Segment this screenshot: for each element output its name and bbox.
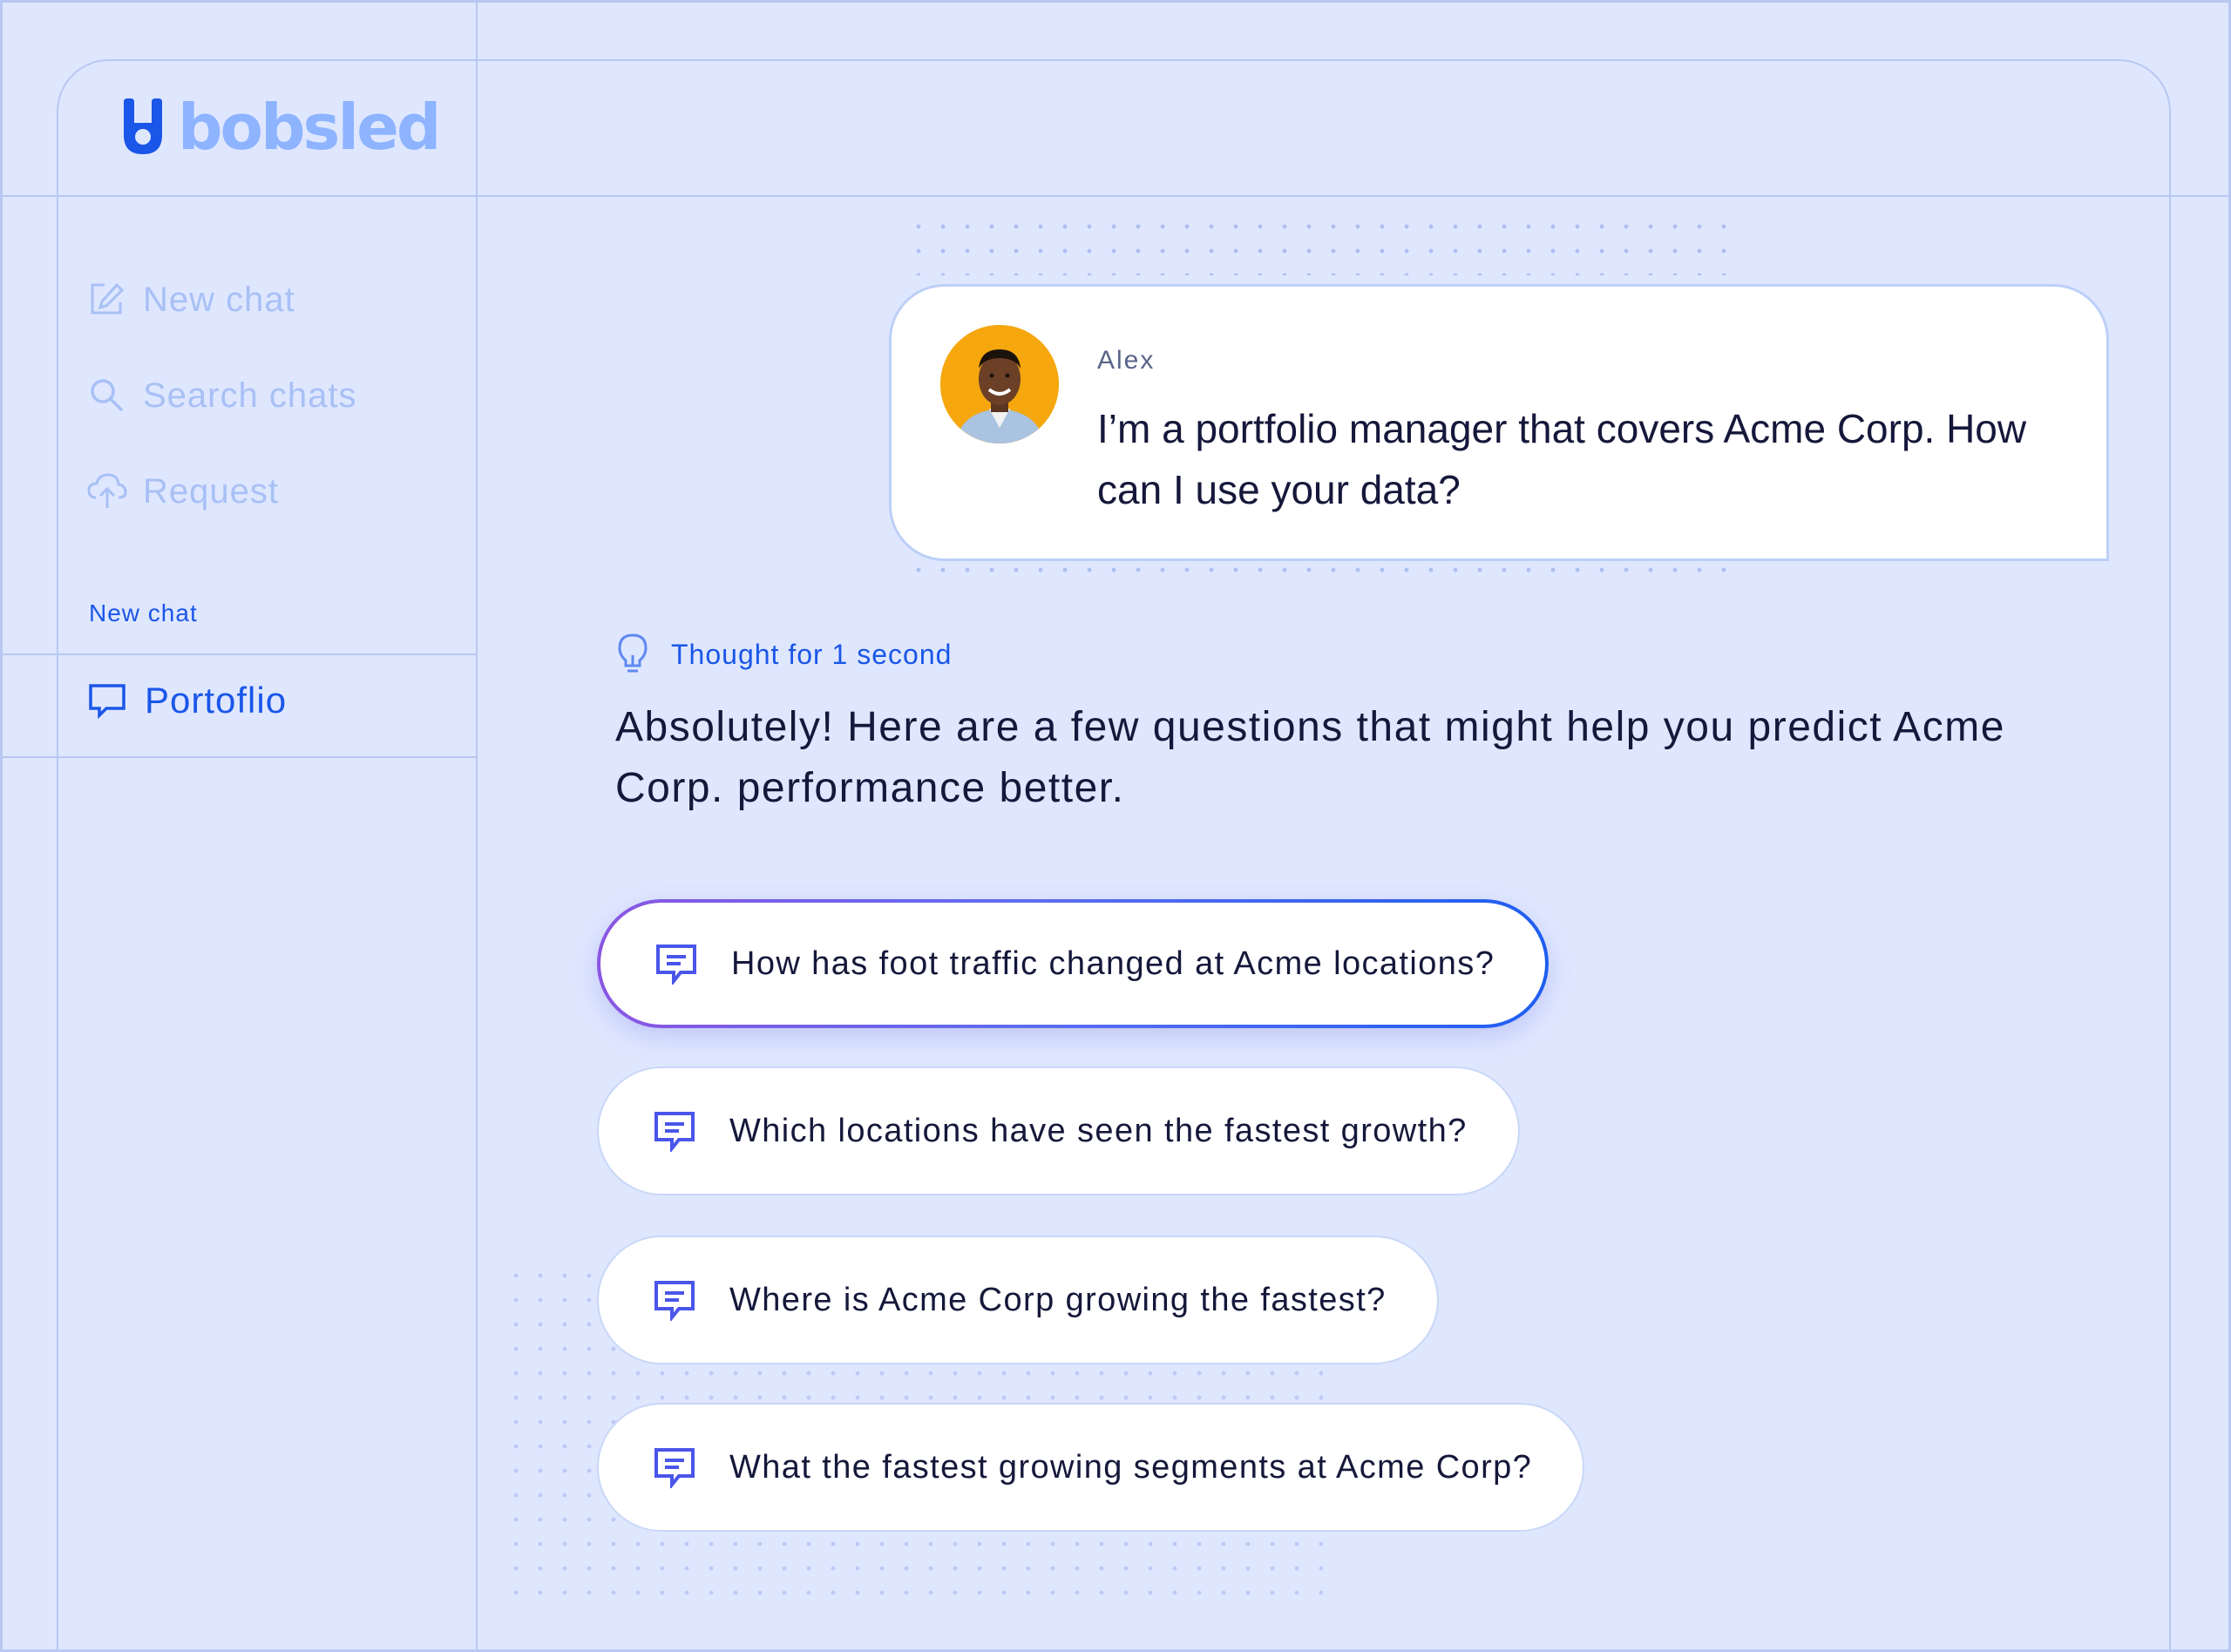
suggestion-label: How has foot traffic changed at Acme loc… <box>731 944 1495 982</box>
sidebar-item-label: New chat <box>143 280 295 319</box>
sidebar-item-search-chats[interactable]: Search chats <box>87 369 356 422</box>
brand-logo[interactable]: bobsled <box>120 91 441 164</box>
sidebar-item-portoflio[interactable]: Portoflio <box>87 680 287 721</box>
user-message-bubble: Alex I’m a portfolio manager that covers… <box>889 284 2109 561</box>
suggestion-button[interactable]: How has foot traffic changed at Acme loc… <box>597 899 1549 1028</box>
grid-line-left <box>0 0 3 1652</box>
chat-message-icon <box>654 1281 695 1321</box>
suggestion-label: What the fastest growing segments at Acm… <box>729 1448 1533 1486</box>
sidebar-item-label: Portoflio <box>145 680 288 721</box>
chat-message-icon <box>654 1448 695 1488</box>
sidebar-item-label: Search chats <box>143 376 357 415</box>
suggestion-button[interactable]: Which locations have seen the fastest gr… <box>597 1066 1520 1195</box>
dot-pattern-top <box>906 214 1734 275</box>
thought-indicator[interactable]: Thought for 1 second <box>617 633 952 676</box>
sidebar-item-request[interactable]: Request <box>87 465 279 518</box>
user-name: Alex <box>1097 346 1156 375</box>
avatar <box>940 325 1059 443</box>
user-avatar-photo <box>940 325 1059 443</box>
thought-label: Thought for 1 second <box>671 638 953 670</box>
user-message-text: I’m a portfolio manager that covers Acme… <box>1097 406 2027 512</box>
grid-line-top <box>0 0 2231 3</box>
suggestion-label: Which locations have seen the fastest gr… <box>729 1112 1468 1149</box>
chat-message-icon <box>654 1112 695 1152</box>
assistant-answer-text: Absolutely! Here are a few questions tha… <box>615 704 2005 811</box>
lightbulb-icon <box>618 633 648 673</box>
suggestion-button[interactable]: Where is Acme Corp growing the fastest? <box>597 1236 1439 1364</box>
search-icon <box>91 379 124 412</box>
chat-message-icon <box>656 944 696 985</box>
suggestion-button[interactable]: What the fastest growing segments at Acm… <box>597 1403 1585 1532</box>
new-chat-icon <box>91 282 125 315</box>
dot-pattern-under-bubble <box>906 558 1734 587</box>
sidebar-item-new-chat[interactable]: New chat <box>87 274 295 326</box>
bobsled-logo-icon <box>124 98 162 154</box>
sidebar-section-label: New chat <box>89 599 198 626</box>
brand-name: bobsled <box>178 91 441 164</box>
request-icon <box>87 473 127 508</box>
suggestion-label: Where is Acme Corp growing the fastest? <box>729 1281 1387 1318</box>
chat-bubble-icon <box>89 684 125 720</box>
sidebar-item-label: Request <box>143 471 279 511</box>
